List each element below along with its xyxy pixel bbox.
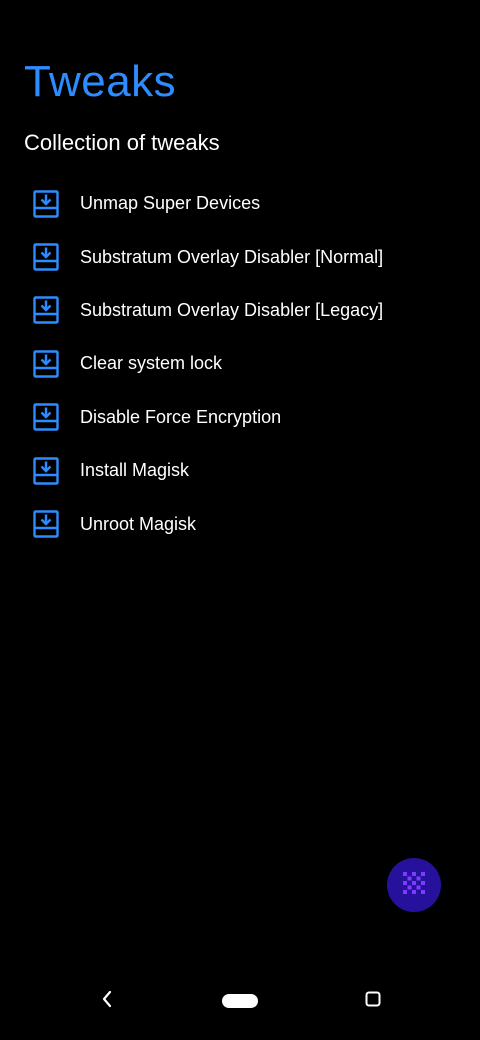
tweak-label: Clear system lock [80,353,223,374]
download-tray-icon [33,189,59,218]
tweak-item-substratum-normal[interactable]: Substratum Overlay Disabler [Normal] [0,230,480,283]
tweak-item-unroot-magisk[interactable]: Unroot Magisk [0,497,480,550]
tweak-item-disable-force-encryption[interactable]: Disable Force Encryption [0,391,480,444]
back-button[interactable] [96,988,118,1014]
recents-button[interactable] [364,991,382,1012]
tweak-label: Install Magisk [80,460,190,481]
recents-square-icon [365,991,381,1012]
page-title: Tweaks [24,57,177,106]
download-tray-icon [33,350,59,378]
tweak-label: Substratum Overlay Disabler [Normal] [80,246,384,267]
system-navigation-bar [0,970,480,1032]
floating-action-button[interactable] [387,858,441,912]
download-tray-icon [33,456,59,485]
back-chevron-icon [101,990,113,1013]
tweak-label: Unmap Super Devices [80,193,261,214]
download-tray-icon [33,243,59,271]
section-subtitle: Collection of tweaks [24,130,220,155]
home-pill-icon[interactable] [222,994,258,1008]
tweak-list: Unmap Super Devices Substratum Overlay D… [0,177,480,551]
download-tray-icon [33,296,59,325]
tweak-label: Unroot Magisk [80,513,197,534]
tweak-label: Disable Force Encryption [80,406,282,427]
checker-grid-icon [403,871,425,899]
download-tray-icon [33,510,59,538]
tweak-item-install-magisk[interactable]: Install Magisk [0,444,480,497]
tweak-item-unmap-super-devices[interactable]: Unmap Super Devices [0,177,480,230]
download-tray-icon [33,403,59,431]
tweak-item-substratum-legacy[interactable]: Substratum Overlay Disabler [Legacy] [0,284,480,337]
tweak-item-clear-system-lock[interactable]: Clear system lock [0,337,480,390]
tweak-label: Substratum Overlay Disabler [Legacy] [80,299,384,320]
